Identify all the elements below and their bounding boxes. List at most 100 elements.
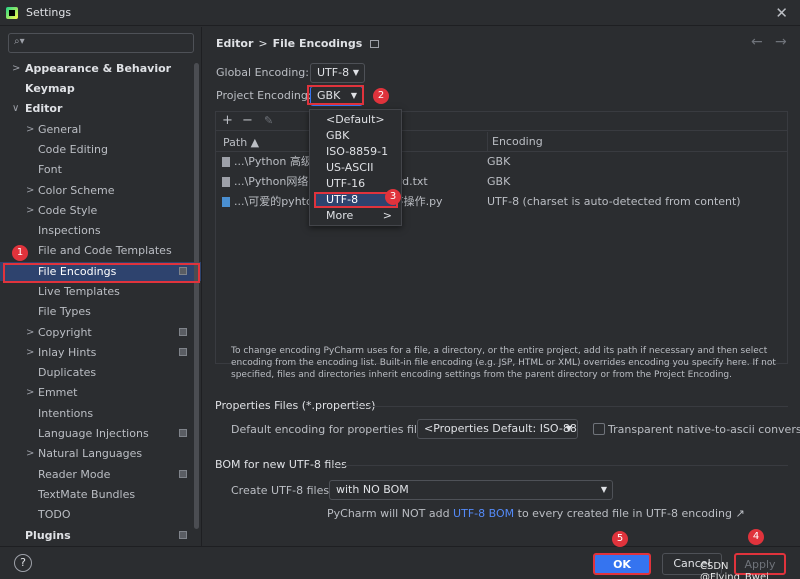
add-icon[interactable]: + [222, 112, 233, 130]
sidebar-item-language-injections[interactable]: Language Injections [0, 424, 201, 443]
file-icon [222, 177, 230, 187]
remove-icon[interactable]: − [242, 112, 253, 130]
chevron-right-icon: > [26, 448, 35, 459]
caret-down-icon: ▼ [565, 424, 572, 433]
column-header-encoding[interactable]: Encoding [487, 132, 543, 152]
chevron-right-icon: > [26, 205, 35, 216]
sidebar-scrollbar[interactable] [194, 63, 199, 529]
sidebar-item-code-editing[interactable]: Code Editing [0, 140, 201, 159]
dialog-footer: ? OK Cancel Apply [0, 546, 800, 579]
create-utf8-label: Create UTF-8 files: [231, 484, 333, 497]
search-icon: ⌕▾ [14, 36, 25, 47]
back-arrow-icon[interactable]: ← [751, 34, 763, 50]
sidebar-item-editor[interactable]: ∨ Editor [0, 99, 201, 118]
table-header: Path ▲ Encoding [216, 132, 787, 152]
settings-search-input[interactable]: ⌕▾ [8, 33, 194, 53]
encoding-option-gbk[interactable]: GBK [314, 128, 398, 144]
breadcrumb-parent[interactable]: Editor [216, 37, 253, 50]
native-to-ascii-label: Transparent native-to-ascii conversion [608, 423, 800, 436]
global-encoding-select[interactable]: UTF-8 ▼ [310, 63, 365, 83]
settings-content: Editor > File Encodings ← → Global Encodin… [203, 27, 800, 546]
chevron-right-icon: > [26, 185, 35, 196]
table-row[interactable]: ...\可爱的pyhton\...\表元素的排序操作.py UTF-8 (cha… [216, 192, 787, 212]
file-icon [222, 157, 230, 167]
utf8-bom-link[interactable]: UTF-8 BOM [453, 507, 514, 520]
chevron-right-icon: > [26, 124, 35, 135]
encoding-option-us-ascii[interactable]: US-ASCII [314, 160, 398, 176]
sidebar-item-label: Live Templates [38, 285, 120, 298]
sidebar-item-general[interactable]: > General [0, 120, 201, 139]
sidebar-item-natural-languages[interactable]: > Natural Languages [0, 444, 201, 463]
sidebar-item-textmate-bundles[interactable]: TextMate Bundles [0, 485, 201, 504]
sidebar-item-file-and-code-templates[interactable]: File and Code Templates [0, 241, 201, 260]
sidebar-item-label: File and Code Templates [38, 244, 172, 257]
properties-encoding-select[interactable]: <Properties Default: ISO-885... ▼ [417, 419, 578, 439]
sidebar-item-live-templates[interactable]: Live Templates [0, 282, 201, 301]
bom-note-prefix: PyCharm will NOT add [327, 507, 450, 520]
sidebar-item-reader-mode[interactable]: Reader Mode [0, 465, 201, 484]
sidebar-item-emmet[interactable]: > Emmet [0, 383, 201, 402]
sidebar-item-color-scheme[interactable]: > Color Scheme [0, 181, 201, 200]
sidebar-item-label: Natural Languages [38, 447, 143, 460]
chevron-right-icon: > [12, 63, 21, 74]
bom-note-suffix: to every created file in UTF-8 encoding … [517, 507, 745, 520]
annotation-badge: 3 [385, 189, 401, 205]
sidebar-item-label: Intentions [38, 407, 94, 420]
sidebar-item-label: Copyright [38, 326, 92, 339]
encoding-option-default[interactable]: <Default> [314, 112, 398, 128]
sidebar-item-appearance-behavior[interactable]: > Appearance & Behavior [0, 59, 201, 78]
encoding-help-text: To change encoding PyCharm uses for a fi… [231, 346, 776, 380]
project-scope-icon [179, 348, 187, 356]
sidebar-item-duplicates[interactable]: Duplicates [0, 363, 201, 382]
column-header-path[interactable]: Path ▲ [223, 136, 259, 149]
annotation-badge: 5 [612, 531, 628, 547]
sidebar-item-code-style[interactable]: > Code Style [0, 201, 201, 220]
sidebar-item-inspections[interactable]: Inspections [0, 221, 201, 240]
annotation-frame [307, 85, 364, 105]
forward-arrow-icon[interactable]: → [775, 34, 787, 50]
properties-section-title: Properties Files (*.properties) [215, 399, 376, 412]
caret-down-icon: ▼ [352, 68, 359, 77]
sidebar-item-label: Duplicates [38, 366, 97, 379]
global-encoding-value: UTF-8 [317, 66, 350, 79]
sidebar-item-font[interactable]: Font [0, 160, 201, 179]
bom-value: with NO BOM [336, 483, 409, 496]
sidebar-item-file-types[interactable]: File Types [0, 302, 201, 321]
chevron-right-icon: > [26, 327, 35, 338]
sidebar-item-label: Appearance & Behavior [25, 62, 172, 75]
sidebar-item-todo[interactable]: TODO [0, 505, 201, 524]
close-icon[interactable]: ✕ [775, 4, 788, 22]
chevron-right-icon: > [382, 209, 392, 222]
title-bar: Settings ✕ [0, 0, 800, 26]
native-to-ascii-checkbox[interactable] [593, 423, 605, 435]
edit-icon[interactable]: ✎ [264, 112, 273, 130]
encoding-option-iso-8859-1[interactable]: ISO-8859-1 [314, 144, 398, 160]
project-scope-icon [179, 531, 187, 539]
sidebar-item-inlay-hints[interactable]: > Inlay Hints [0, 343, 201, 362]
sidebar-item-plugins[interactable]: Plugins [0, 526, 201, 545]
ok-button[interactable]: OK [593, 553, 651, 575]
sidebar-item-copyright[interactable]: > Copyright [0, 323, 201, 342]
sidebar-item-label: Plugins [25, 529, 71, 542]
annotation-badge: 2 [373, 88, 389, 104]
sidebar-item-label: Emmet [38, 386, 78, 399]
row-encoding: GBK [487, 155, 511, 168]
annotation-frame [3, 263, 200, 283]
breadcrumb: Editor > File Encodings [216, 37, 380, 50]
project-encoding-dropdown: <Default> GBK ISO-8859-1 US-ASCII UTF-16… [309, 109, 402, 226]
bom-select[interactable]: with NO BOM ▼ [329, 480, 613, 500]
encoding-option-utf-16[interactable]: UTF-16 [314, 176, 398, 192]
python-file-icon [222, 197, 230, 207]
encoding-option-more[interactable]: More > [314, 208, 398, 224]
sidebar-item-keymap[interactable]: Keymap [0, 79, 201, 98]
sidebar-item-label: Keymap [25, 82, 75, 95]
breadcrumb-separator: > [258, 37, 268, 50]
divider [355, 406, 788, 407]
sidebar-item-label: General [38, 123, 82, 136]
table-row[interactable]: ...\Python网络开发\...\案例\record.txt GBK [216, 172, 787, 192]
table-row[interactable]: ...\Python 高级编程\...\2.log GBK [216, 152, 787, 172]
help-icon[interactable]: ? [14, 554, 32, 572]
chevron-right-icon: > [26, 347, 35, 358]
sidebar-item-intentions[interactable]: Intentions [0, 404, 201, 423]
row-encoding: UTF-8 (charset is auto-detected from con… [487, 195, 741, 208]
